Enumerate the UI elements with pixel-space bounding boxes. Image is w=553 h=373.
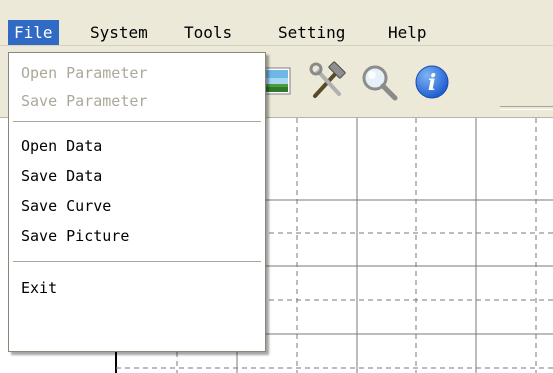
menu-item-exit[interactable]: Exit [9, 274, 265, 302]
menu-file[interactable]: File [8, 20, 59, 45]
menu-separator [13, 121, 261, 122]
menu-item-save-curve[interactable]: Save Curve [9, 192, 265, 220]
application-window: File System Tools Setting Help i Open Pa… [0, 0, 553, 373]
menu-item-save-data[interactable]: Save Data [9, 162, 265, 190]
file-menu-dropdown: Open Parameter Save Parameter Open Data … [8, 52, 266, 352]
menu-item-save-parameter: Save Parameter [21, 92, 148, 110]
menubar: File System Tools Setting Help [0, 0, 553, 46]
menu-item-open-data[interactable]: Open Data [9, 132, 265, 160]
menu-setting[interactable]: Setting [272, 20, 351, 45]
menu-system[interactable]: System [84, 20, 154, 45]
menu-tools[interactable]: Tools [178, 20, 238, 45]
svg-text:i: i [428, 70, 436, 96]
menu-help[interactable]: Help [382, 20, 433, 45]
menu-item-open-parameter: Open Parameter [21, 64, 148, 82]
info-icon[interactable]: i [410, 60, 454, 104]
tools-icon[interactable] [305, 60, 349, 104]
magnifier-icon[interactable] [357, 60, 401, 104]
toolbar-separator [500, 106, 553, 110]
menu-separator [13, 261, 261, 262]
menu-item-save-picture[interactable]: Save Picture [9, 222, 265, 250]
